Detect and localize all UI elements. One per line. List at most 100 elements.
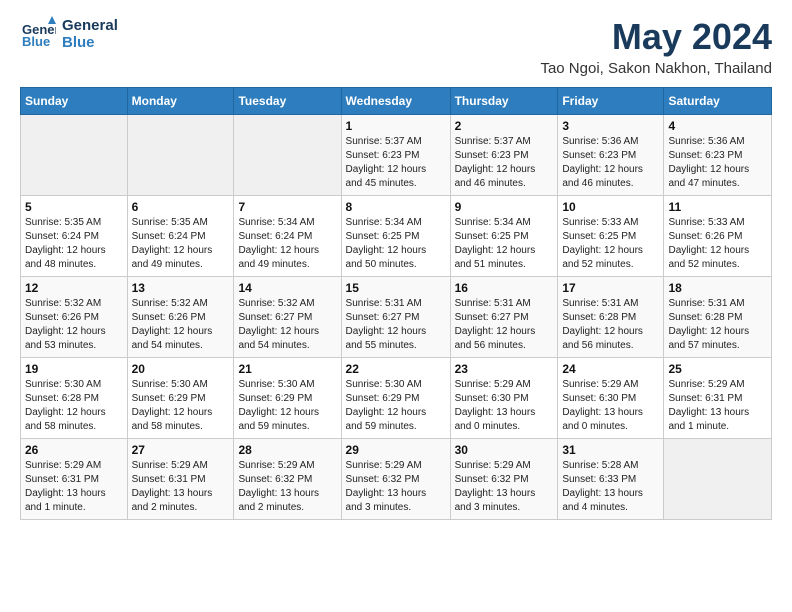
- day-number: 13: [132, 281, 230, 295]
- calendar-cell: 28 Sunrise: 5:29 AM Sunset: 6:32 PM Dayli…: [234, 439, 341, 520]
- calendar-cell: 2 Sunrise: 5:37 AM Sunset: 6:23 PM Daylig…: [450, 115, 558, 196]
- day-number: 21: [238, 362, 336, 376]
- day-info: Sunrise: 5:30 AM Sunset: 6:28 PM Dayligh…: [25, 378, 123, 434]
- calendar-cell: 6Sunrise: 5:35 AM Sunset: 6:24 PM Daylig…: [127, 196, 234, 277]
- calendar-cell: 25 Sunrise: 5:29 AM Sunset: 6:31 PM Dayli…: [664, 358, 772, 439]
- day-number: 15: [346, 281, 446, 295]
- day-number: 25: [668, 362, 767, 376]
- day-info: Sunrise: 5:29 AM Sunset: 6:30 PM Dayligh…: [455, 378, 554, 434]
- calendar-cell: 20Sunrise: 5:30 AM Sunset: 6:29 PM Dayli…: [127, 358, 234, 439]
- day-number: 24: [562, 362, 659, 376]
- weekday-header: Monday: [127, 88, 234, 115]
- day-info: Sunrise: 5:31 AM Sunset: 6:28 PM Dayligh…: [668, 297, 767, 353]
- day-info: Sunrise: 5:29 AM Sunset: 6:30 PM Dayligh…: [562, 378, 659, 434]
- day-info: Sunrise: 5:36 AM Sunset: 6:23 PM Dayligh…: [562, 135, 659, 191]
- day-info: Sunrise: 5:34 AM Sunset: 6:25 PM Dayligh…: [346, 216, 446, 272]
- day-info: Sunrise: 5:32 AM Sunset: 6:26 PM Dayligh…: [25, 297, 123, 353]
- day-number: 30: [455, 443, 554, 457]
- calendar-cell: 1 Sunrise: 5:37 AM Sunset: 6:23 PM Daylig…: [341, 115, 450, 196]
- calendar-cell: 4 Sunrise: 5:36 AM Sunset: 6:23 PM Daylig…: [664, 115, 772, 196]
- day-info: Sunrise: 5:29 AM Sunset: 6:31 PM Dayligh…: [25, 459, 123, 515]
- day-info: Sunrise: 5:35 AM Sunset: 6:24 PM Dayligh…: [132, 216, 230, 272]
- day-number: 31: [562, 443, 659, 457]
- day-info: Sunrise: 5:32 AM Sunset: 6:27 PM Dayligh…: [238, 297, 336, 353]
- day-number: 26: [25, 443, 123, 457]
- day-info: Sunrise: 5:29 AM Sunset: 6:32 PM Dayligh…: [238, 459, 336, 515]
- logo-icon: General Blue: [20, 16, 56, 52]
- weekday-header: Sunday: [21, 88, 128, 115]
- calendar-week-row: 5 Sunrise: 5:35 AM Sunset: 6:24 PM Daylig…: [21, 196, 772, 277]
- day-info: Sunrise: 5:30 AM Sunset: 6:29 PM Dayligh…: [346, 378, 446, 434]
- calendar-cell: 13 Sunrise: 5:32 AM Sunset: 6:26 PM Dayli…: [127, 277, 234, 358]
- calendar-cell: 22 Sunrise: 5:30 AM Sunset: 6:29 PM Dayli…: [341, 358, 450, 439]
- day-number: 28: [238, 443, 336, 457]
- day-number: 23: [455, 362, 554, 376]
- weekday-header: Wednesday: [341, 88, 450, 115]
- day-info: Sunrise: 5:29 AM Sunset: 6:32 PM Dayligh…: [346, 459, 446, 515]
- day-number: 11: [668, 200, 767, 214]
- day-info: Sunrise: 5:29 AM Sunset: 6:32 PM Dayligh…: [455, 459, 554, 515]
- calendar-cell: 24 Sunrise: 5:29 AM Sunset: 6:30 PM Dayli…: [558, 358, 664, 439]
- day-number: 5: [25, 200, 123, 214]
- day-info: Sunrise: 5:29 AM Sunset: 6:31 PM Dayligh…: [132, 459, 230, 515]
- day-number: 27: [132, 443, 230, 457]
- day-number: 14: [238, 281, 336, 295]
- calendar-cell: 9 Sunrise: 5:34 AM Sunset: 6:25 PM Daylig…: [450, 196, 558, 277]
- day-number: 22: [346, 362, 446, 376]
- calendar-week-row: 1 Sunrise: 5:37 AM Sunset: 6:23 PM Daylig…: [21, 115, 772, 196]
- day-info: Sunrise: 5:28 AM Sunset: 6:33 PM Dayligh…: [562, 459, 659, 515]
- day-number: 17: [562, 281, 659, 295]
- day-info: Sunrise: 5:36 AM Sunset: 6:23 PM Dayligh…: [668, 135, 767, 191]
- calendar-cell: [664, 439, 772, 520]
- day-info: Sunrise: 5:34 AM Sunset: 6:24 PM Dayligh…: [238, 216, 336, 272]
- day-number: 1: [346, 119, 446, 133]
- day-number: 9: [455, 200, 554, 214]
- calendar-cell: 23 Sunrise: 5:29 AM Sunset: 6:30 PM Dayli…: [450, 358, 558, 439]
- day-number: 3: [562, 119, 659, 133]
- logo-text-line2: Blue: [62, 34, 118, 51]
- calendar-cell: [21, 115, 128, 196]
- svg-text:Blue: Blue: [22, 34, 50, 49]
- day-number: 4: [668, 119, 767, 133]
- day-info: Sunrise: 5:29 AM Sunset: 6:31 PM Dayligh…: [668, 378, 767, 434]
- day-number: 19: [25, 362, 123, 376]
- calendar-cell: 26 Sunrise: 5:29 AM Sunset: 6:31 PM Dayli…: [21, 439, 128, 520]
- day-number: 29: [346, 443, 446, 457]
- day-info: Sunrise: 5:33 AM Sunset: 6:26 PM Dayligh…: [668, 216, 767, 272]
- weekday-header: Tuesday: [234, 88, 341, 115]
- calendar-cell: [234, 115, 341, 196]
- day-number: 7: [238, 200, 336, 214]
- calendar-cell: 21 Sunrise: 5:30 AM Sunset: 6:29 PM Dayli…: [234, 358, 341, 439]
- day-info: Sunrise: 5:34 AM Sunset: 6:25 PM Dayligh…: [455, 216, 554, 272]
- logo-text-line1: General: [62, 17, 118, 34]
- calendar-cell: 17Sunrise: 5:31 AM Sunset: 6:28 PM Dayli…: [558, 277, 664, 358]
- day-number: 16: [455, 281, 554, 295]
- calendar-cell: 18 Sunrise: 5:31 AM Sunset: 6:28 PM Dayli…: [664, 277, 772, 358]
- calendar-cell: 10 Sunrise: 5:33 AM Sunset: 6:25 PM Dayli…: [558, 196, 664, 277]
- day-info: Sunrise: 5:37 AM Sunset: 6:23 PM Dayligh…: [346, 135, 446, 191]
- day-number: 10: [562, 200, 659, 214]
- calendar-week-row: 26 Sunrise: 5:29 AM Sunset: 6:31 PM Dayli…: [21, 439, 772, 520]
- logo: General Blue General Blue: [20, 16, 118, 52]
- day-info: Sunrise: 5:33 AM Sunset: 6:25 PM Dayligh…: [562, 216, 659, 272]
- day-info: Sunrise: 5:37 AM Sunset: 6:23 PM Dayligh…: [455, 135, 554, 191]
- day-number: 18: [668, 281, 767, 295]
- calendar-cell: 16Sunrise: 5:31 AM Sunset: 6:27 PM Dayli…: [450, 277, 558, 358]
- calendar-cell: 31 Sunrise: 5:28 AM Sunset: 6:33 PM Dayli…: [558, 439, 664, 520]
- weekday-header: Friday: [558, 88, 664, 115]
- day-info: Sunrise: 5:32 AM Sunset: 6:26 PM Dayligh…: [132, 297, 230, 353]
- day-number: 8: [346, 200, 446, 214]
- calendar-header-row: SundayMondayTuesdayWednesdayThursdayFrid…: [21, 88, 772, 115]
- calendar-cell: 3 Sunrise: 5:36 AM Sunset: 6:23 PM Daylig…: [558, 115, 664, 196]
- day-info: Sunrise: 5:30 AM Sunset: 6:29 PM Dayligh…: [238, 378, 336, 434]
- weekday-header: Thursday: [450, 88, 558, 115]
- calendar-cell: 30 Sunrise: 5:29 AM Sunset: 6:32 PM Dayli…: [450, 439, 558, 520]
- day-number: 12: [25, 281, 123, 295]
- calendar-cell: 19 Sunrise: 5:30 AM Sunset: 6:28 PM Dayli…: [21, 358, 128, 439]
- month-title: May 2024: [540, 16, 772, 58]
- day-number: 2: [455, 119, 554, 133]
- weekday-header: Saturday: [664, 88, 772, 115]
- calendar-cell: 11 Sunrise: 5:33 AM Sunset: 6:26 PM Dayli…: [664, 196, 772, 277]
- calendar-cell: 27 Sunrise: 5:29 AM Sunset: 6:31 PM Dayli…: [127, 439, 234, 520]
- calendar-cell: [127, 115, 234, 196]
